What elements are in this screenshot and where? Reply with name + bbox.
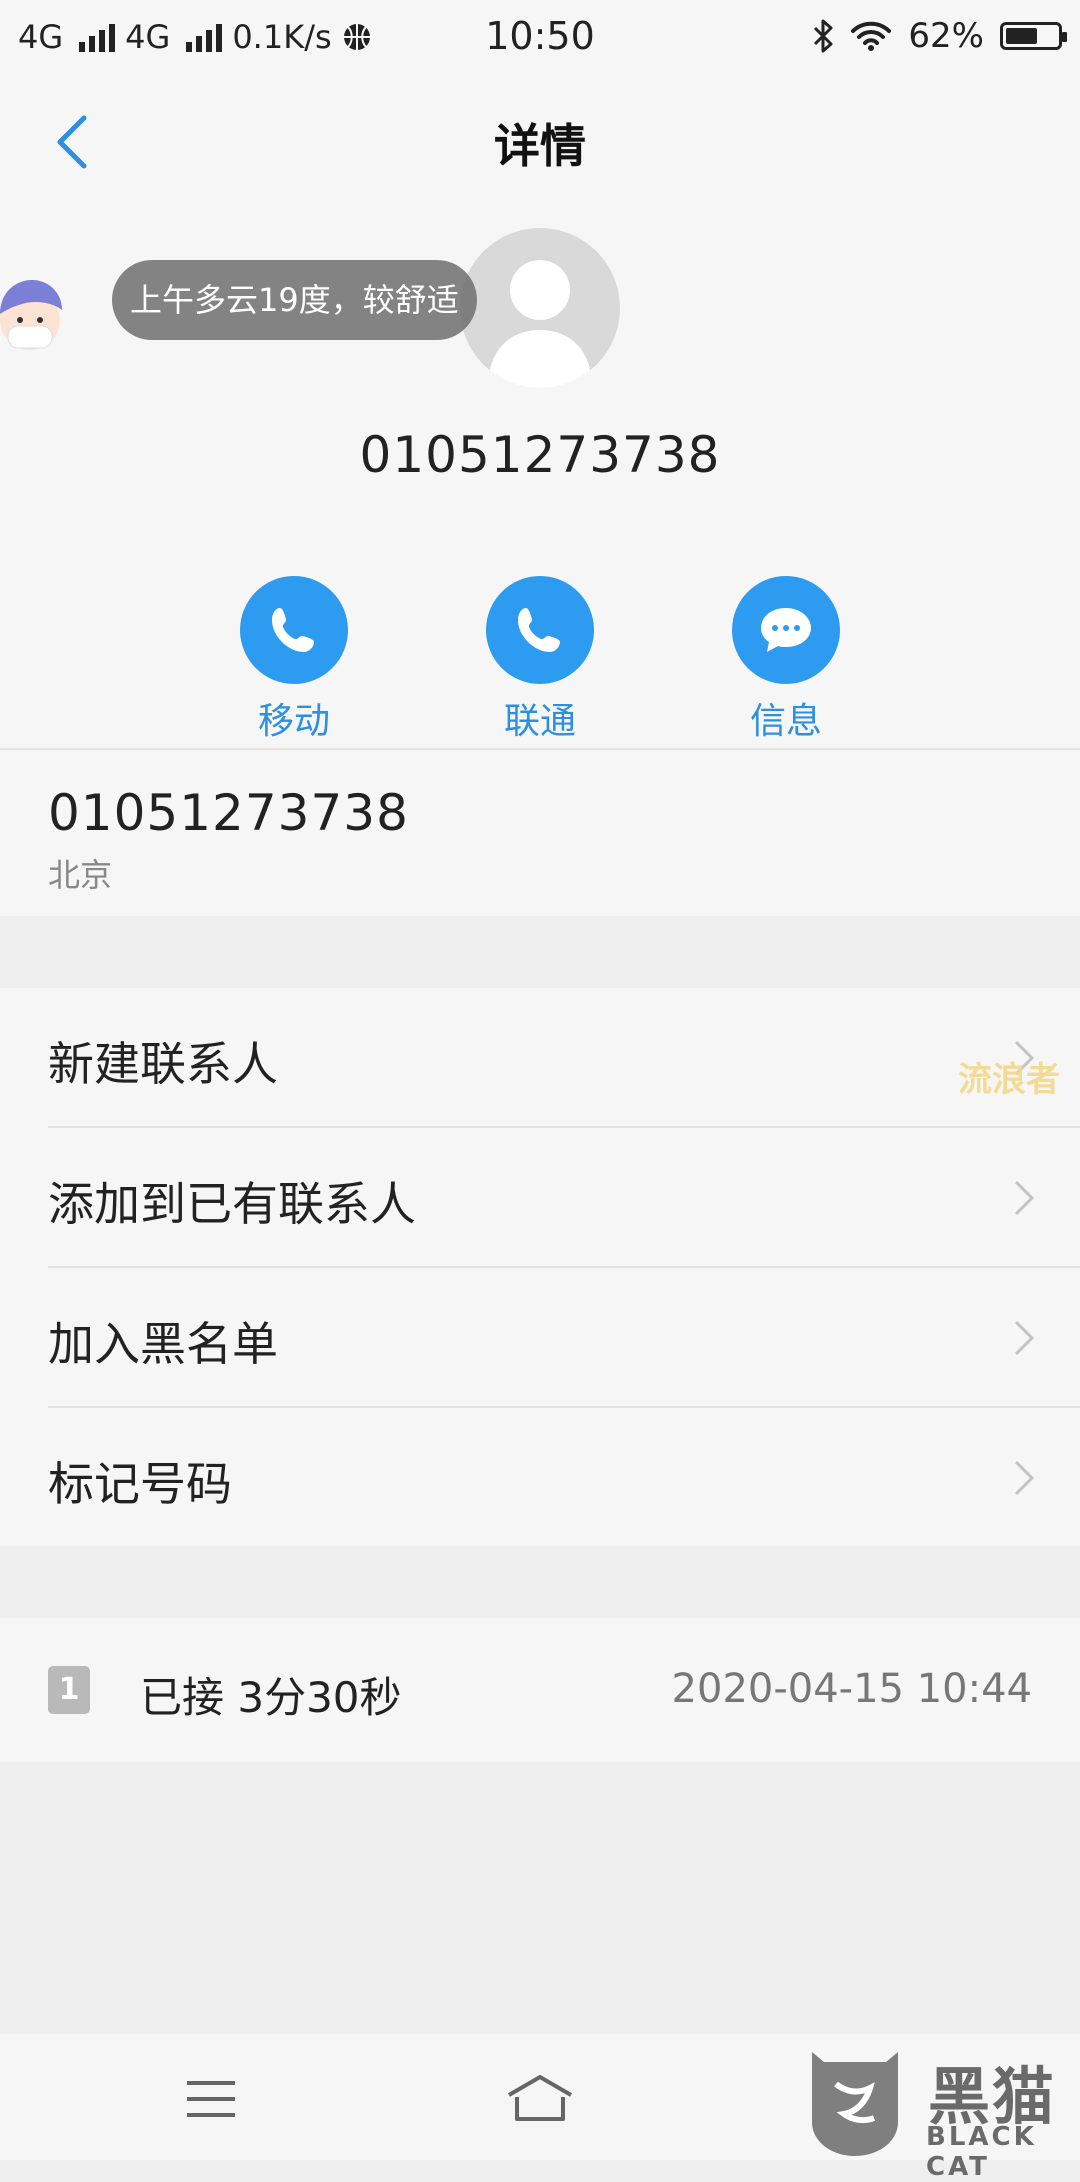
- chevron-right-icon: [1014, 1180, 1035, 1216]
- phone-icon: [240, 576, 348, 684]
- action-label: 信息: [749, 701, 822, 742]
- battery-fill: [1006, 28, 1037, 44]
- add-to-blacklist-item[interactable]: 加入黑名单: [0, 1268, 1080, 1408]
- action-label: 移动: [257, 701, 330, 742]
- menu-button[interactable]: [151, 2054, 271, 2144]
- contact-profile: 上午多云19度，较舒适 01051273738 移动 联通 信息: [0, 208, 1080, 748]
- home-icon: [507, 2075, 573, 2121]
- sim-card-icon: 1: [48, 1666, 90, 1714]
- menu-icon: [187, 2081, 235, 2117]
- call-log-row[interactable]: 1 已接 3分30秒 2020-04-15 10:44: [0, 1618, 1080, 1762]
- action-label: 联通: [503, 701, 576, 742]
- wifi-icon: [851, 21, 892, 51]
- brand-subtitle: BLACK CAT: [926, 2122, 1037, 2182]
- page-title: 详情: [494, 119, 586, 173]
- option-label: 标记号码: [48, 1457, 232, 1511]
- phone-icon: [486, 576, 594, 684]
- weather-bubble[interactable]: 上午多云19度，较舒适: [112, 260, 477, 340]
- home-button[interactable]: [480, 2054, 600, 2144]
- status-right: 62%: [812, 16, 1067, 56]
- call-mobile-button[interactable]: 移动: [194, 576, 394, 744]
- battery-icon: [1000, 22, 1067, 50]
- options-list: 新建联系人 添加到已有联系人 加入黑名单 标记号码: [0, 988, 1080, 1546]
- call-datetime: 2020-04-15 10:44: [671, 1666, 1032, 1712]
- option-label: 加入黑名单: [48, 1317, 278, 1371]
- battery-percent: 62%: [908, 16, 984, 56]
- add-to-existing-contact-item[interactable]: 添加到已有联系人: [0, 1128, 1080, 1268]
- action-row: 移动 联通 信息: [0, 576, 1080, 742]
- header: 详情: [0, 76, 1080, 208]
- option-label: 添加到已有联系人: [48, 1177, 416, 1231]
- option-label: 新建联系人: [48, 1037, 278, 1091]
- person-silhouette-icon: [488, 260, 592, 388]
- new-contact-item[interactable]: 新建联系人: [0, 988, 1080, 1128]
- mark-number-item[interactable]: 标记号码: [0, 1408, 1080, 1548]
- status-bar: 4G 4G 0.1K/s 10:50 62%: [0, 0, 1080, 76]
- message-icon: [732, 576, 840, 684]
- call-unicom-button[interactable]: 联通: [440, 576, 640, 744]
- watermark: 流浪者: [958, 1060, 1060, 1100]
- avatar: [460, 228, 620, 388]
- bluetooth-icon: [814, 19, 833, 53]
- weather-mascot-icon: [0, 268, 72, 368]
- number-info[interactable]: 01051273738 北京: [0, 748, 1080, 916]
- message-button[interactable]: 信息: [686, 576, 886, 744]
- contact-number: 01051273738: [359, 426, 721, 484]
- chevron-right-icon: [1014, 1460, 1035, 1496]
- chevron-right-icon: [1014, 1320, 1035, 1356]
- call-status: 已接 3分30秒: [140, 1673, 402, 1722]
- number-location: 北京: [48, 856, 113, 894]
- number-value: 01051273738: [48, 784, 409, 842]
